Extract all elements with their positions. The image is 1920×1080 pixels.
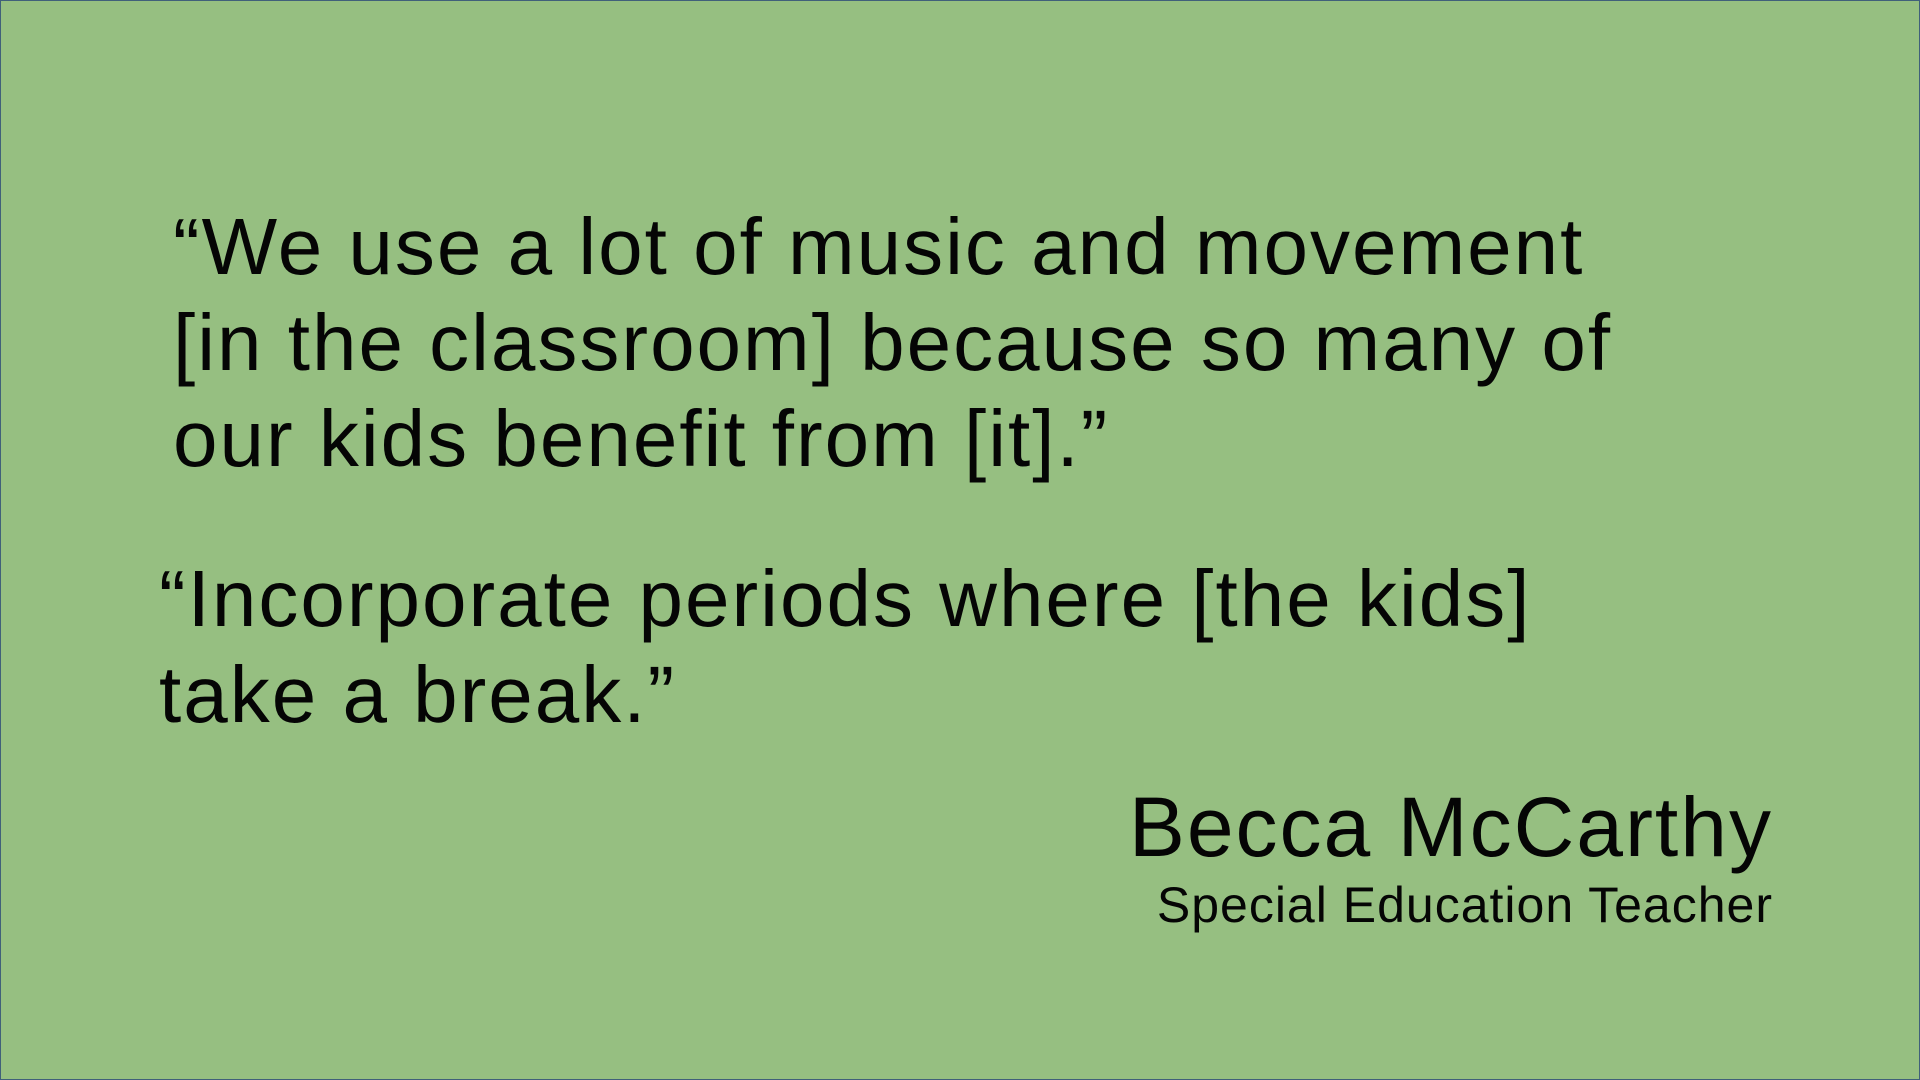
quote-2-line-1: “Incorporate periods where [the kids] (159, 554, 1532, 643)
quote-1-line-1: “We use a lot of music and movement (173, 202, 1585, 291)
quote-1-line-2: [in the classroom] because so many of (173, 298, 1613, 387)
quote-2: “Incorporate periods where [the kids] ta… (159, 551, 1531, 743)
quote-1-line-3: our kids benefit from [it].” (173, 394, 1110, 483)
author-name: Becca McCarthy (1128, 780, 1773, 874)
quote-2-line-2: take a break.” (159, 650, 677, 739)
quote-1: “We use a lot of music and movement [in … (173, 199, 1612, 487)
author-title: Special Education Teacher (1156, 877, 1773, 933)
attribution: Becca McCarthy Special Education Teacher (1129, 779, 1773, 935)
quote-slide: “We use a lot of music and movement [in … (0, 0, 1920, 1080)
